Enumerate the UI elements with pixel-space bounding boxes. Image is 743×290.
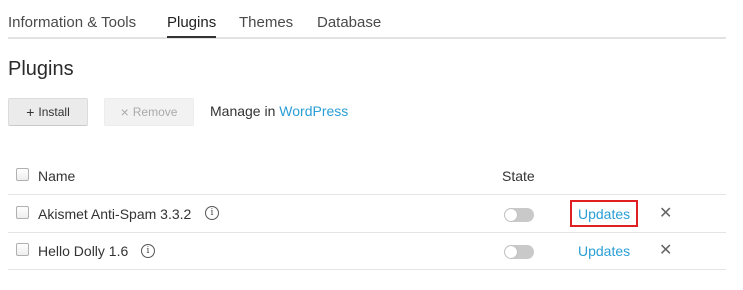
info-icon[interactable]: i bbox=[205, 206, 219, 220]
tab-themes[interactable]: Themes bbox=[239, 13, 293, 33]
highlight-box bbox=[570, 200, 638, 227]
column-header-name[interactable]: Name bbox=[38, 167, 75, 185]
wordpress-link[interactable]: WordPress bbox=[279, 103, 348, 119]
plugin-name: Akismet Anti-Spam 3.3.2 bbox=[38, 206, 192, 222]
plugin-state-toggle[interactable] bbox=[504, 208, 534, 222]
remove-button-label: Remove bbox=[132, 105, 178, 119]
install-button-label: Install bbox=[38, 105, 70, 119]
tab-bar: Information & Tools Plugins Themes Datab… bbox=[8, 0, 726, 39]
remove-button[interactable]: × Remove bbox=[104, 98, 194, 126]
column-header-state[interactable]: State bbox=[502, 167, 535, 185]
tab-information-tools[interactable]: Information & Tools bbox=[8, 13, 136, 33]
updates-link[interactable]: Updates bbox=[578, 242, 630, 260]
page-title: Plugins bbox=[8, 58, 74, 80]
close-icon[interactable]: ✕ bbox=[659, 206, 672, 222]
info-icon[interactable]: i bbox=[141, 244, 155, 258]
plus-icon: + bbox=[26, 104, 35, 120]
select-all-checkbox[interactable] bbox=[16, 168, 29, 181]
plugin-state-toggle[interactable] bbox=[504, 245, 534, 259]
close-icon: × bbox=[120, 104, 129, 120]
close-icon[interactable]: ✕ bbox=[659, 243, 672, 259]
plugin-name: Hello Dolly 1.6 bbox=[38, 243, 129, 259]
toggle-knob bbox=[505, 246, 517, 258]
header-divider bbox=[8, 194, 726, 195]
toggle-knob bbox=[505, 209, 517, 221]
manage-prefix: Manage in bbox=[210, 103, 276, 119]
tab-plugins[interactable]: Plugins bbox=[167, 13, 217, 38]
row-divider bbox=[8, 269, 726, 270]
install-button[interactable]: + Install bbox=[8, 98, 88, 126]
row-checkbox[interactable] bbox=[16, 206, 29, 219]
row-checkbox[interactable] bbox=[16, 243, 29, 256]
row-divider bbox=[8, 232, 726, 233]
manage-in-wordpress: Manage in WordPress bbox=[210, 103, 348, 119]
tab-database[interactable]: Database bbox=[317, 13, 381, 33]
